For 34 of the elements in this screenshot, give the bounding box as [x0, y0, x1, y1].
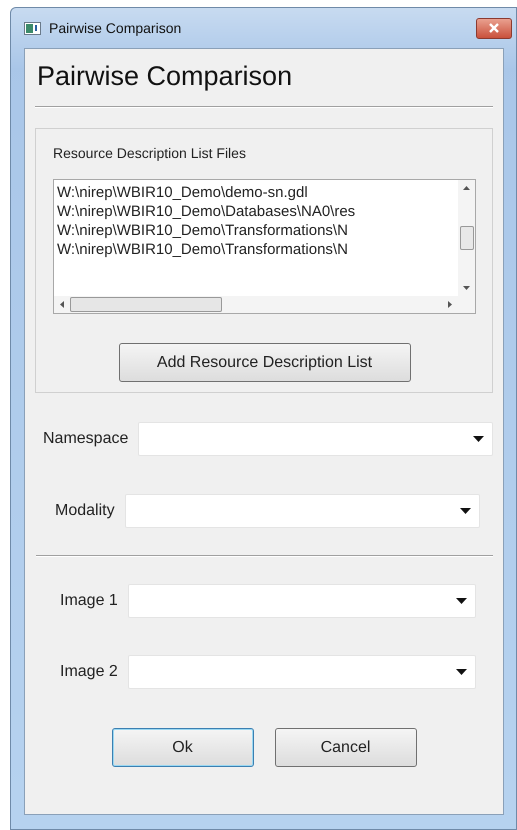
dropdown-field[interactable] [128, 655, 476, 689]
dropdown-arrow-icon [456, 669, 467, 675]
vertical-scrollbar[interactable] [458, 180, 475, 296]
scroll-down-icon[interactable] [463, 286, 470, 290]
group-label: Resource Description List Files [53, 145, 247, 161]
field-label: Image 2 [60, 663, 118, 681]
field-label: Namespace [43, 430, 128, 448]
dropdown-arrow-icon [473, 436, 484, 442]
scroll-right-icon[interactable] [448, 301, 452, 308]
file-list-item[interactable]: W:\nirep\WBIR10_Demo\Databases\NA0\res [57, 202, 458, 221]
cancel-button[interactable]: Cancel [274, 728, 416, 767]
ok-button[interactable]: Ok [112, 728, 254, 767]
dropdown-field[interactable] [138, 422, 493, 456]
field-label: Image 1 [60, 592, 118, 610]
dropdown-arrow-icon [456, 598, 467, 604]
horizontal-scrollbar[interactable] [54, 296, 458, 313]
dropdown-arrow-icon [460, 508, 471, 514]
file-list[interactable]: W:\nirep\WBIR10_Demo\demo-sn.gdl W:\nirep\WBIR10_Demo\Databases\NA0\res W:\nirep\WBIR10_Demo\Transformations\N W:\nirep\WBIR10_Demo\Transformations\N [53, 179, 476, 314]
dialog-heading: Pairwise Comparison [37, 61, 294, 92]
file-list-item[interactable]: W:\nirep\WBIR10_Demo\Transformations\N [57, 240, 458, 259]
scroll-thumb[interactable] [460, 226, 474, 250]
close-icon [488, 23, 500, 33]
dropdown-field[interactable] [128, 584, 476, 618]
add-list-button[interactable]: Add Resource Description List [118, 343, 410, 382]
dropdown-field[interactable] [124, 494, 480, 528]
scroll-left-icon[interactable] [60, 301, 64, 308]
file-list-item[interactable]: W:\nirep\WBIR10_Demo\demo-sn.gdl [57, 183, 458, 202]
app-icon [24, 22, 41, 34]
window-title: Pairwise Comparison [49, 20, 182, 36]
close-button[interactable] [476, 18, 512, 38]
field-label: Modality [55, 502, 115, 520]
scroll-thumb[interactable] [70, 297, 222, 312]
file-list-item[interactable]: W:\nirep\WBIR10_Demo\Transformations\N [57, 221, 458, 240]
scroll-up-icon[interactable] [463, 186, 470, 190]
